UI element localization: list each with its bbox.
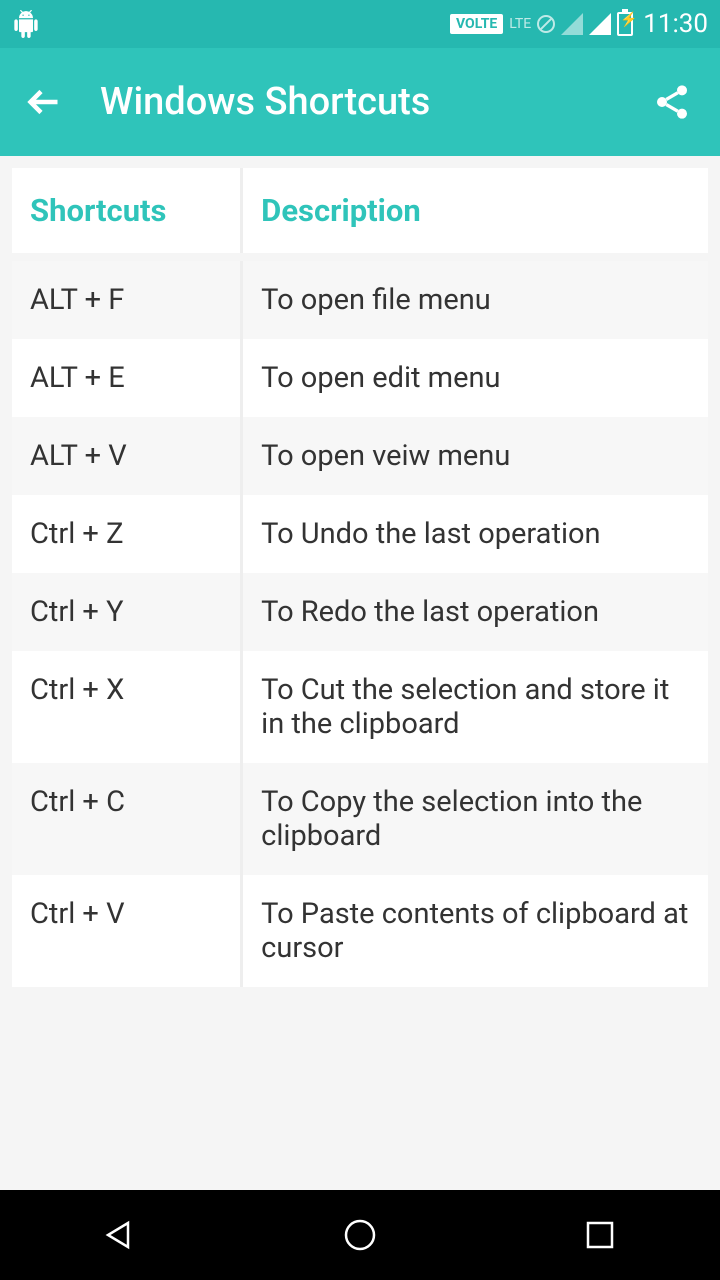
description-cell: To Paste contents of clipboard at cursor bbox=[242, 875, 708, 987]
square-recent-icon bbox=[580, 1215, 620, 1255]
table-header-row: Shortcuts Description bbox=[12, 168, 708, 257]
table-row: ALT + E To open edit menu bbox=[12, 339, 708, 417]
shortcut-cell: ALT + E bbox=[12, 339, 242, 417]
no-data-icon bbox=[537, 15, 555, 33]
table-row: ALT + F To open file menu bbox=[12, 257, 708, 339]
circle-home-icon bbox=[340, 1215, 380, 1255]
table-row: Ctrl + Z To Undo the last operation bbox=[12, 495, 708, 573]
status-bar: VOLTE LTE 11:30 bbox=[0, 0, 720, 48]
clock: 11:30 bbox=[643, 9, 708, 39]
table-row: ALT + V To open veiw menu bbox=[12, 417, 708, 495]
shortcut-cell: Ctrl + C bbox=[12, 763, 242, 875]
app-bar: Windows Shortcuts bbox=[0, 48, 720, 156]
header-shortcuts: Shortcuts bbox=[12, 168, 242, 257]
battery-icon bbox=[617, 12, 633, 36]
shortcut-cell: ALT + V bbox=[12, 417, 242, 495]
arrow-left-icon bbox=[26, 84, 62, 120]
triangle-back-icon bbox=[100, 1215, 140, 1255]
header-description: Description bbox=[242, 168, 708, 257]
table-row: Ctrl + Y To Redo the last operation bbox=[12, 573, 708, 651]
nav-back-button[interactable] bbox=[95, 1210, 145, 1260]
description-cell: To Redo the last operation bbox=[242, 573, 708, 651]
lte-label: LTE bbox=[509, 16, 531, 32]
description-cell: To open veiw menu bbox=[242, 417, 708, 495]
shortcut-cell: ALT + F bbox=[12, 257, 242, 339]
description-cell: To Undo the last operation bbox=[242, 495, 708, 573]
table-row: Ctrl + V To Paste contents of clipboard … bbox=[12, 875, 708, 987]
signal-icon-2 bbox=[589, 13, 611, 35]
nav-recent-button[interactable] bbox=[575, 1210, 625, 1260]
share-icon bbox=[652, 82, 692, 122]
back-button[interactable] bbox=[24, 82, 64, 122]
signal-icon-1 bbox=[561, 13, 583, 35]
volte-badge: VOLTE bbox=[450, 14, 503, 34]
android-icon bbox=[12, 10, 40, 38]
description-cell: To Copy the selection into the clipboard bbox=[242, 763, 708, 875]
description-cell: To open file menu bbox=[242, 257, 708, 339]
shortcut-cell: Ctrl + V bbox=[12, 875, 242, 987]
shortcut-cell: Ctrl + X bbox=[12, 651, 242, 763]
status-right: VOLTE LTE 11:30 bbox=[450, 9, 708, 39]
content-area: Shortcuts Description ALT + F To open fi… bbox=[0, 156, 720, 999]
shortcut-cell: Ctrl + Y bbox=[12, 573, 242, 651]
navigation-bar bbox=[0, 1190, 720, 1280]
page-title: Windows Shortcuts bbox=[100, 80, 612, 124]
description-cell: To open edit menu bbox=[242, 339, 708, 417]
table-row: Ctrl + C To Copy the selection into the … bbox=[12, 763, 708, 875]
shortcut-cell: Ctrl + Z bbox=[12, 495, 242, 573]
description-cell: To Cut the selection and store it in the… bbox=[242, 651, 708, 763]
table-row: Ctrl + X To Cut the selection and store … bbox=[12, 651, 708, 763]
shortcuts-table: Shortcuts Description ALT + F To open fi… bbox=[12, 168, 708, 987]
nav-home-button[interactable] bbox=[335, 1210, 385, 1260]
share-button[interactable] bbox=[648, 78, 696, 126]
status-left bbox=[12, 10, 40, 38]
